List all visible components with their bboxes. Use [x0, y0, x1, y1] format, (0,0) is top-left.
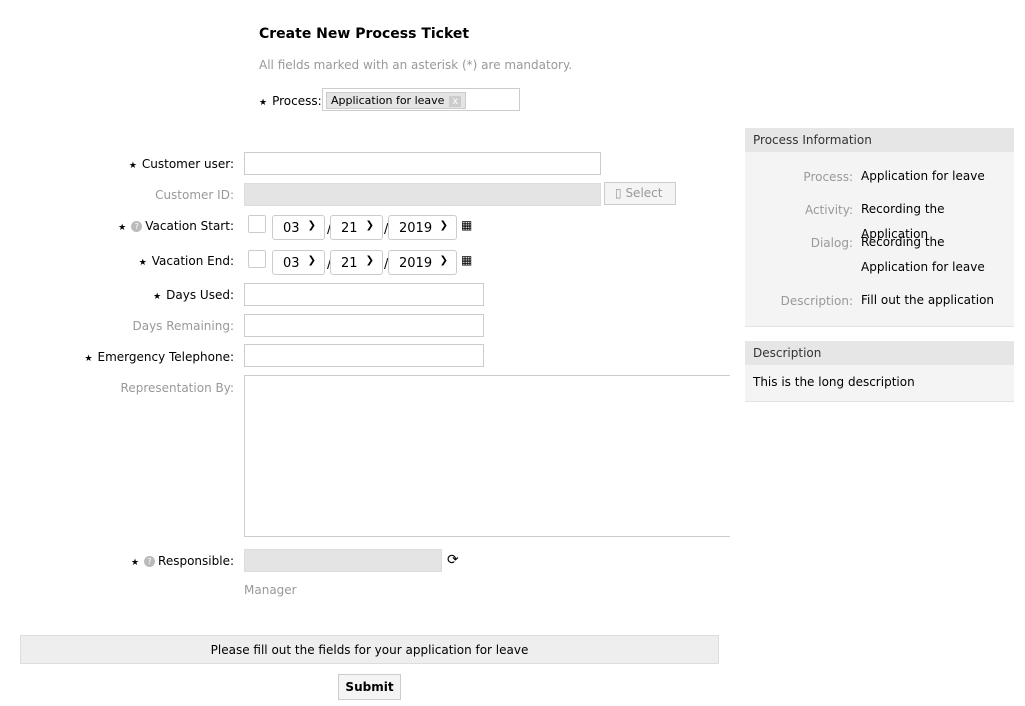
help-icon[interactable]: ?: [131, 221, 143, 232]
description-panel: Description This is the long description: [745, 341, 1014, 402]
vacation-end-year[interactable]: 2019 ❯: [388, 250, 457, 275]
panel-title: Description: [745, 341, 1014, 365]
days-used-label: ★ Days Used:: [153, 288, 234, 302]
chevron-down-icon: ❯: [439, 255, 448, 266]
chevron-down-icon: ❯: [307, 255, 316, 266]
vacation-end-label: ★ Vacation End:: [138, 254, 234, 268]
customer-id-label: Customer ID:: [155, 188, 234, 202]
mandatory-note: All fields marked with an asterisk (*) a…: [259, 58, 573, 72]
emergency-telephone-input[interactable]: [244, 344, 484, 367]
chevron-down-icon: ❯: [365, 255, 374, 266]
info-value: Recording the Application for leave: [861, 235, 985, 274]
chevron-down-icon: ❯: [439, 220, 448, 231]
info-value: Fill out the application: [861, 293, 995, 307]
days-remaining-input[interactable]: [244, 314, 484, 337]
chevron-down-icon: ❯: [365, 220, 374, 231]
description-text: This is the long description: [753, 375, 915, 389]
vacation-start-day[interactable]: 21 ❯: [330, 215, 383, 240]
panel-title: Process Information: [745, 128, 1014, 152]
info-key: Dialog:: [810, 236, 853, 250]
submit-button[interactable]: Submit: [338, 674, 401, 700]
page-title: Create New Process Ticket: [259, 26, 470, 42]
responsible-label: ★? Responsible:: [130, 554, 234, 568]
select-customer-button[interactable]: ▯ Select: [604, 182, 676, 205]
vacation-end-checkbox[interactable]: [248, 250, 266, 268]
vacation-start-label: ★? Vacation Start:: [118, 219, 234, 233]
info-row: Dialog: Recording the Application for lea…: [745, 226, 1014, 284]
info-key: Activity:: [804, 203, 853, 217]
process-token: Application for leave x: [326, 92, 467, 109]
responsible-hint: Manager: [244, 583, 297, 597]
refresh-icon[interactable]: ⟳: [447, 552, 459, 568]
responsible-input[interactable]: [244, 549, 442, 572]
vacation-start-year[interactable]: 2019 ❯: [388, 215, 457, 240]
help-icon[interactable]: ?: [144, 556, 156, 567]
info-key: Process:: [803, 170, 853, 184]
chevron-down-icon: ❯: [307, 220, 316, 231]
calendar-icon[interactable]: ▦: [461, 218, 472, 232]
address-book-icon: ▯: [615, 186, 622, 200]
info-value: Application for leave: [861, 169, 985, 183]
info-row: Activity: Recording the Application: [745, 193, 1014, 241]
info-row: Process: Application for leave: [745, 160, 1014, 193]
customer-user-input[interactable]: [244, 152, 601, 175]
process-information-panel: Process Information Process: Application …: [745, 128, 1014, 327]
customer-user-label: ★ Customer user:: [128, 157, 234, 171]
days-remaining-label: Days Remaining:: [132, 319, 234, 333]
process-label: ★ Process:: [259, 94, 322, 108]
customer-id-input: [244, 183, 601, 206]
info-key: Description:: [780, 294, 853, 308]
vacation-start-month[interactable]: 03 ❯: [272, 215, 325, 240]
remove-token-button[interactable]: x: [449, 96, 462, 107]
footer-message: Please fill out the fields for your appl…: [20, 635, 719, 664]
representation-by-label: Representation By:: [120, 381, 234, 395]
emergency-telephone-label: ★ Emergency Telephone:: [84, 350, 234, 364]
calendar-icon[interactable]: ▦: [461, 253, 472, 267]
representation-by-textarea[interactable]: [244, 375, 730, 537]
vacation-end-day[interactable]: 21 ❯: [330, 250, 383, 275]
days-used-input[interactable]: [244, 283, 484, 306]
vacation-start-checkbox[interactable]: [248, 215, 266, 233]
info-row: Description: Fill out the application: [745, 284, 1014, 317]
vacation-end-month[interactable]: 03 ❯: [272, 250, 325, 275]
